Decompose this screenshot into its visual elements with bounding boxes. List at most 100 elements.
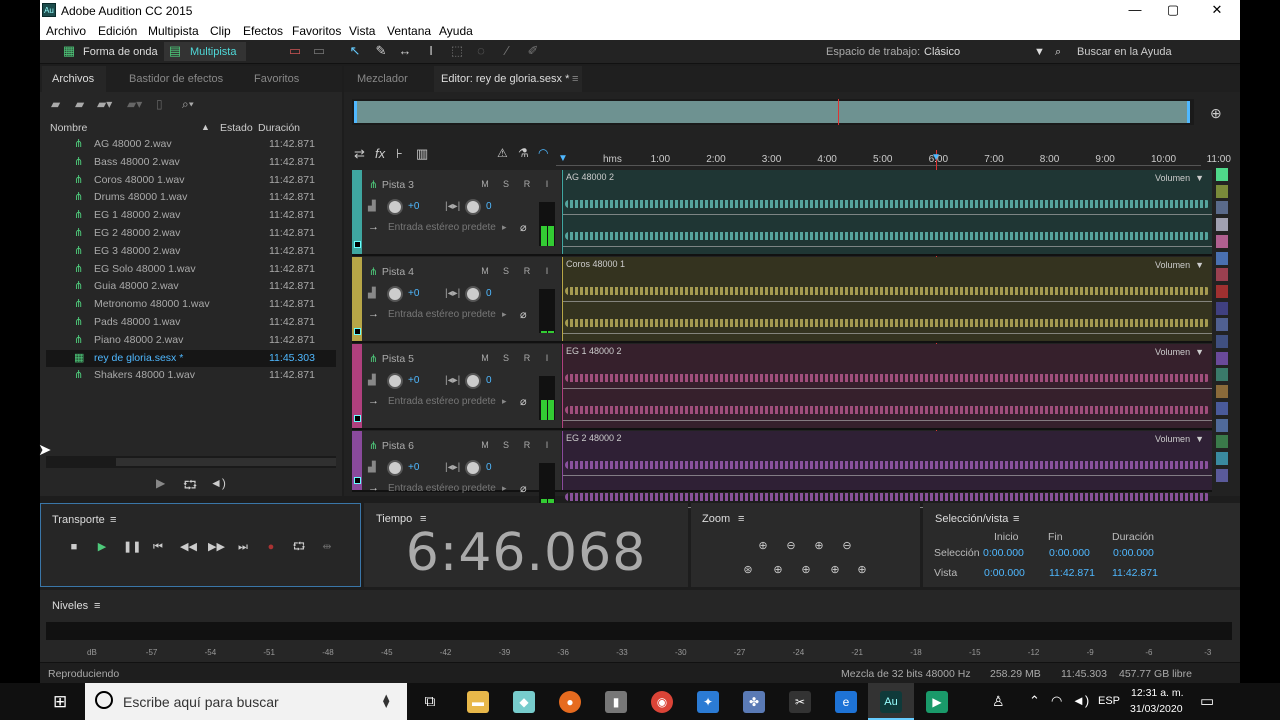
menu-clip[interactable]: Clip	[210, 24, 231, 38]
fx-toggle-icon[interactable]: fx	[375, 146, 385, 161]
selection-end[interactable]: 0:00.000	[1049, 547, 1090, 559]
input-dropdown-icon[interactable]: ▸	[502, 309, 507, 320]
chrome-icon[interactable]: ◉	[651, 691, 673, 713]
solo-button[interactable]: S	[500, 353, 512, 363]
zoom-out-point-icon[interactable]: ⊕	[799, 563, 813, 577]
track-clip-lane[interactable]: Coros 48000 1 Volumen ▼	[562, 257, 1212, 341]
zoom-in-amplitude-icon[interactable]: ⊕	[756, 539, 770, 553]
file-list-item[interactable]: ⋔ Guia 48000 2.wav 11:42.871	[46, 278, 336, 295]
track-name[interactable]: ⋔ Pista 6	[369, 440, 414, 452]
clip-volume-envelope-select[interactable]: Volumen ▼	[1155, 173, 1204, 183]
track-color-swatch[interactable]	[1216, 351, 1228, 365]
file-list-item[interactable]: ⋔ Metronomo 48000 1.wav 11:42.871	[46, 296, 336, 313]
file-list-item[interactable]: ⋔ Drums 48000 1.wav 11:42.871	[46, 189, 336, 206]
solo-button[interactable]: S	[500, 440, 512, 450]
clip-volume-envelope-select[interactable]: Volumen ▼	[1155, 347, 1204, 357]
marquee-tool-icon[interactable]: ⬚	[450, 44, 464, 58]
clip-volume-envelope-select[interactable]: Volumen ▼	[1155, 260, 1204, 270]
taskbar-search-input[interactable]: Escribe aquí para buscar	[123, 694, 279, 710]
notepad-app-icon[interactable]: ◆	[513, 691, 535, 713]
track-name[interactable]: ⋔ Pista 4	[369, 266, 414, 278]
solo-button[interactable]: S	[500, 266, 512, 276]
clock-date[interactable]: 31/03/2020	[1130, 703, 1183, 715]
file-list-item[interactable]: ⋔ EG 2 48000 2.wav 11:42.871	[46, 225, 336, 242]
volume-knob[interactable]	[387, 460, 403, 476]
view-end[interactable]: 11:42.871	[1049, 567, 1095, 579]
spot-healing-icon[interactable]: ✐	[526, 44, 540, 58]
pan-knob[interactable]	[465, 286, 481, 302]
file-list-item[interactable]: ⋔ Shakers 48000 1.wav 11:42.871	[46, 367, 336, 384]
input-monitor-button[interactable]: I	[541, 440, 553, 450]
track-2[interactable]: ⋔ Pista 4 M S R I ▟ +0 |◂▸| 0 → Entrada estéreo pre…	[352, 257, 1212, 343]
input-dropdown-icon[interactable]: ▸	[502, 222, 507, 233]
pan-value[interactable]: 0	[486, 462, 492, 473]
play-preview-icon[interactable]: ▶	[156, 476, 165, 490]
zoom-out-time-icon[interactable]: ⊖	[840, 539, 854, 553]
mute-button[interactable]: M	[479, 440, 491, 450]
track-clip-lane[interactable]: EG 2 48000 2 Volumen ▼	[562, 431, 1212, 508]
app-icon-brush[interactable]: ✦	[697, 691, 719, 713]
tab-mezclador[interactable]: Mezclador	[357, 73, 408, 85]
play-icon[interactable]: ▶	[95, 540, 109, 554]
track-color-swatch[interactable]	[1216, 284, 1228, 298]
pan-knob[interactable]	[465, 199, 481, 215]
menu-archivo[interactable]: Archivo	[46, 24, 86, 38]
menu-favoritos[interactable]: Favoritos	[292, 24, 341, 38]
microphone-icon[interactable]: ⧫	[383, 693, 389, 709]
phase-invert-icon[interactable]: ⌀	[520, 221, 527, 234]
solo-button[interactable]: S	[500, 179, 512, 189]
clock-time[interactable]: 12:31 a. m.	[1131, 687, 1184, 699]
volume-value[interactable]: +0	[408, 462, 419, 473]
file-list-item[interactable]: ⋔ Pads 48000 1.wav 11:42.871	[46, 314, 336, 331]
track-select-box[interactable]	[354, 477, 361, 484]
multitrack-view-button[interactable]: Multipista	[190, 44, 236, 60]
record-arm-button[interactable]: R	[521, 266, 533, 276]
pan-value[interactable]: 0	[486, 201, 492, 212]
track-clip-lane[interactable]: AG 48000 2 Volumen ▼	[562, 170, 1212, 254]
notifications-icon[interactable]: ▭	[1200, 692, 1214, 710]
editor-tab-menu-icon[interactable]: ≡	[572, 73, 578, 85]
file-explorer-icon[interactable]: ▬	[467, 691, 489, 713]
zoom-navigator-icon[interactable]: ⊕	[1210, 105, 1222, 122]
selection-duration[interactable]: 0:00.000	[1113, 547, 1154, 559]
zoom-in-point-icon[interactable]: ⊕	[771, 563, 785, 577]
pause-icon[interactable]: ❚❚	[123, 540, 141, 554]
track-clip-lane[interactable]: EG 1 48000 2 Volumen ▼	[562, 344, 1212, 428]
track-1[interactable]: ⋔ Pista 3 M S R I ▟ +0 |◂▸| 0 → Entrada estéreo pre…	[352, 170, 1212, 256]
track-color-swatch[interactable]	[1216, 418, 1228, 432]
tray-chevron-icon[interactable]: ⌃	[1029, 693, 1040, 709]
trash-icon[interactable]: ▯	[156, 97, 163, 111]
eq-toggle-icon[interactable]: ⊦	[396, 146, 403, 162]
track-input-select[interactable]: Entrada estéreo predete	[388, 483, 496, 494]
track-color-swatch[interactable]	[1216, 468, 1228, 482]
taskbar-search-box[interactable]: Escribe aquí para buscar ⧫	[85, 683, 407, 720]
zoom-in-time-icon[interactable]: ⊕	[812, 539, 826, 553]
input-monitor-button[interactable]: I	[541, 179, 553, 189]
track-name[interactable]: ⋔ Pista 3	[369, 179, 414, 191]
record-icon[interactable]: ●	[264, 540, 278, 554]
loop-preview-icon[interactable]: ⮔	[183, 476, 197, 496]
app-icon-play[interactable]: ▶	[926, 691, 948, 713]
filter-search-icon[interactable]: ⌕▾	[182, 97, 194, 112]
zoom-tracks-icon[interactable]: ⊕	[855, 563, 869, 577]
volume-value[interactable]: +0	[408, 375, 419, 386]
sort-ascending-icon[interactable]: ▲	[201, 122, 210, 132]
menu-efectos[interactable]: Efectos	[243, 24, 283, 38]
track-color-swatch[interactable]	[1216, 401, 1228, 415]
volume-knob[interactable]	[387, 373, 403, 389]
view-duration[interactable]: 11:42.871	[1112, 567, 1158, 579]
zoom-menu-icon[interactable]: ≡	[738, 513, 744, 525]
waveform-view-button[interactable]: Forma de onda	[83, 44, 158, 60]
minimize-button[interactable]: —	[1120, 2, 1150, 18]
track-color-swatch[interactable]	[1216, 201, 1228, 215]
menu-edicion[interactable]: Edición	[98, 24, 137, 38]
time-display[interactable]: 6:46.068	[364, 523, 688, 583]
maximize-button[interactable]: ▢	[1158, 2, 1188, 18]
volume-knob[interactable]	[387, 286, 403, 302]
pan-value[interactable]: 0	[486, 375, 492, 386]
track-color-swatch[interactable]	[1216, 268, 1228, 282]
track-color-swatch[interactable]	[1216, 251, 1228, 265]
transport-menu-icon[interactable]: ≡	[110, 514, 116, 526]
pan-knob[interactable]	[465, 460, 481, 476]
file-list-item[interactable]: ⋔ EG 1 48000 2.wav 11:42.871	[46, 207, 336, 224]
